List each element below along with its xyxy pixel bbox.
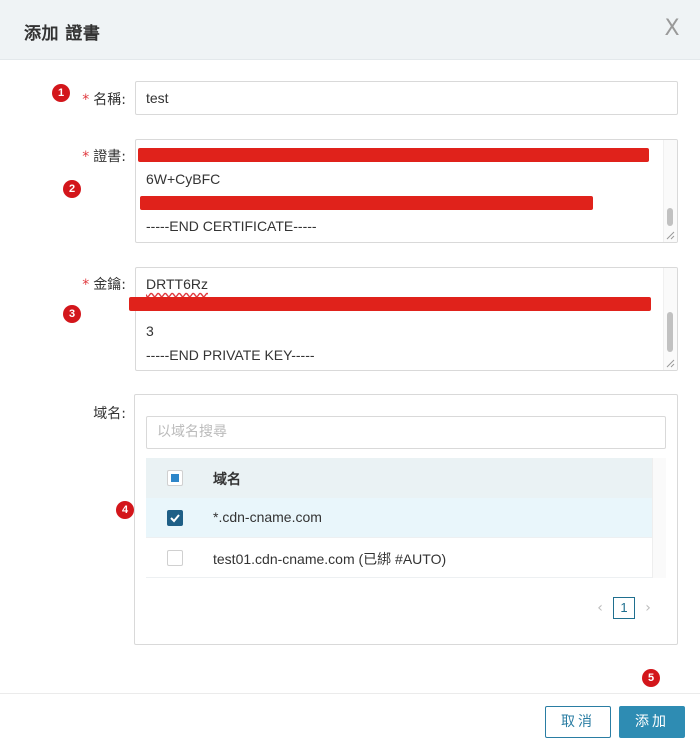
name-input[interactable]: test <box>135 81 678 115</box>
annotation-marker-3: 3 <box>63 305 81 323</box>
private-key-line: -----END PRIVATE KEY----- <box>146 347 315 363</box>
domain-selector: 以域名搜尋 域名 *.cdn-cname.com test01.cdn-cnam… <box>134 394 678 645</box>
row-checkbox[interactable] <box>167 550 183 566</box>
domain-column-header: 域名 <box>213 472 241 488</box>
private-key-label: * 金鑰: <box>82 277 126 293</box>
cancel-button[interactable]: 取消 <box>545 706 611 738</box>
certificate-textarea[interactable]: 6W+CyBFC -----END CERTIFICATE----- <box>135 139 678 243</box>
add-button[interactable]: 添加 <box>619 706 685 738</box>
private-key-line: 3 <box>146 323 154 339</box>
pagination: ‹ 1 › <box>593 597 659 619</box>
domains-label: 域名: <box>93 406 126 422</box>
certificate-line: 6W+CyBFC <box>146 171 221 187</box>
domain-table-header: 域名 <box>146 458 652 498</box>
checkmark-icon <box>170 514 180 523</box>
certificate-line: -----END CERTIFICATE----- <box>146 218 317 234</box>
domain-table-scrollbar[interactable] <box>652 458 666 578</box>
annotation-marker-2: 2 <box>63 180 81 198</box>
scrollbar-thumb[interactable] <box>667 312 673 352</box>
chevron-right-icon[interactable]: › <box>641 597 655 619</box>
close-icon[interactable]: X <box>662 16 682 42</box>
resize-handle-icon[interactable] <box>666 359 675 368</box>
redaction-bar <box>140 196 593 210</box>
private-key-line: DRTT6Rz <box>146 276 208 292</box>
required-mark: * <box>82 92 90 108</box>
annotation-marker-4: 4 <box>116 501 134 519</box>
required-mark: * <box>82 149 90 165</box>
private-key-scrollbar[interactable] <box>663 268 677 370</box>
table-row[interactable]: *.cdn-cname.com <box>146 498 652 538</box>
domain-name: *.cdn-cname.com <box>213 509 322 525</box>
redaction-bar <box>129 297 651 311</box>
table-row[interactable]: test01.cdn-cname.com (已綁 #AUTO) <box>146 538 652 578</box>
dialog-title: 添加 證書 <box>24 24 101 44</box>
scrollbar-thumb[interactable] <box>667 208 673 226</box>
select-all-checkbox[interactable] <box>167 470 183 486</box>
name-label: * 名稱: <box>82 92 126 108</box>
required-mark: * <box>82 277 90 293</box>
dialog-footer: 取消 添加 <box>0 693 700 747</box>
row-checkbox[interactable] <box>167 510 183 526</box>
annotation-marker-5: 5 <box>642 669 660 687</box>
domain-search-input[interactable]: 以域名搜尋 <box>146 416 666 449</box>
redaction-bar <box>138 148 649 162</box>
certificate-label: * 證書: <box>82 149 126 165</box>
resize-handle-icon[interactable] <box>666 231 675 240</box>
add-certificate-dialog: 添加 證書 X 1 * 名稱: test * 證書: 2 6W+CyBFC ----… <box>0 0 700 747</box>
dialog-header: 添加 證書 X <box>0 0 700 60</box>
page-number-button[interactable]: 1 <box>613 597 635 619</box>
domain-name: test01.cdn-cname.com (已綁 #AUTO) <box>213 551 447 567</box>
chevron-left-icon[interactable]: ‹ <box>593 597 607 619</box>
certificate-scrollbar[interactable] <box>663 140 677 242</box>
private-key-textarea[interactable]: DRTT6Rz 3 -----END PRIVATE KEY----- <box>135 267 678 371</box>
